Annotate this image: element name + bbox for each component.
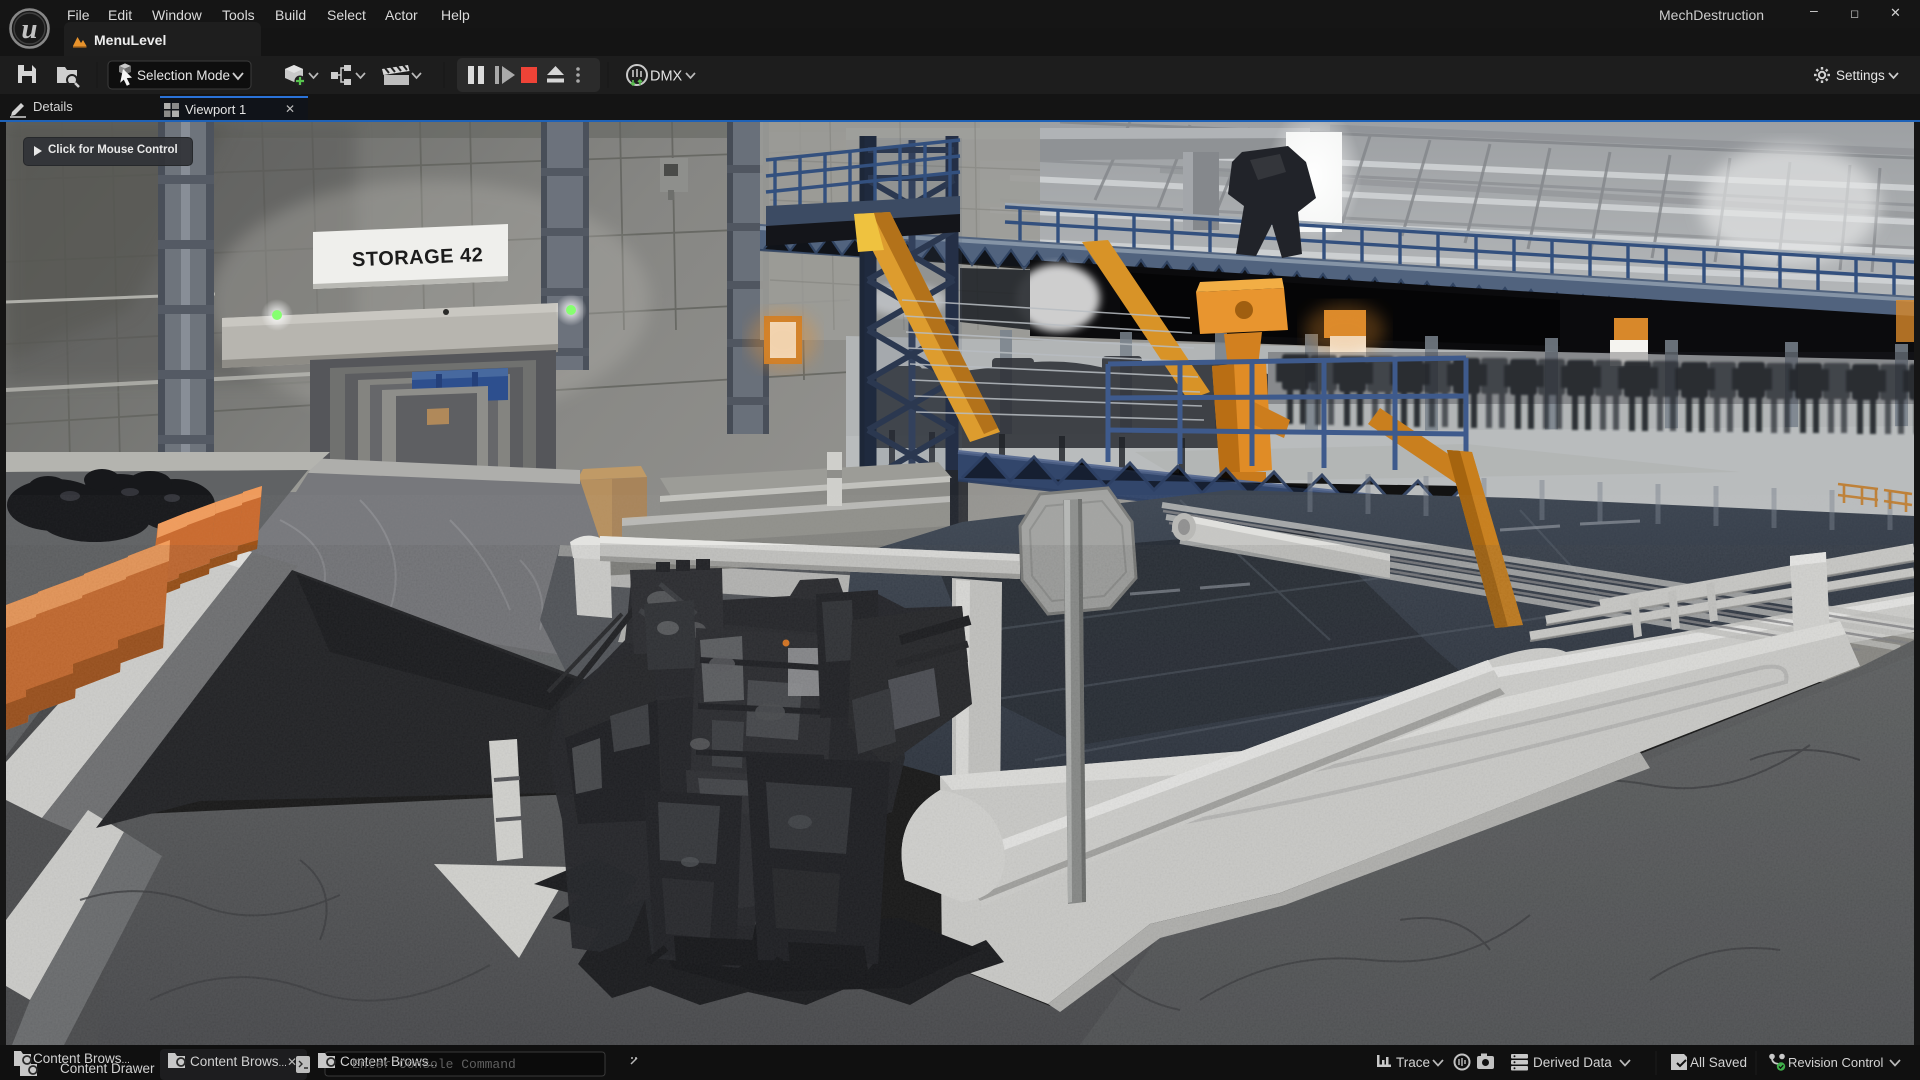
- svg-text:u: u: [21, 13, 37, 45]
- svg-text:Content Brows...: Content Brows...: [190, 1054, 287, 1069]
- svg-text:Revision Control: Revision Control: [1788, 1055, 1883, 1070]
- svg-text:Enter Console Command: Enter Console Command: [352, 1057, 516, 1072]
- svg-text:All Saved: All Saved: [1690, 1055, 1747, 1070]
- svg-text:Selection Mode: Selection Mode: [137, 68, 230, 83]
- svg-text:DMX: DMX: [650, 69, 683, 85]
- svg-text:Trace: Trace: [1396, 1055, 1430, 1070]
- svg-text:Details: Details: [33, 99, 73, 114]
- svg-text:Settings: Settings: [1836, 68, 1885, 83]
- svg-text:✕: ✕: [287, 1055, 297, 1069]
- svg-text:Content Drawer: Content Drawer: [60, 1061, 155, 1076]
- svg-text:Derived Data: Derived Data: [1533, 1055, 1612, 1070]
